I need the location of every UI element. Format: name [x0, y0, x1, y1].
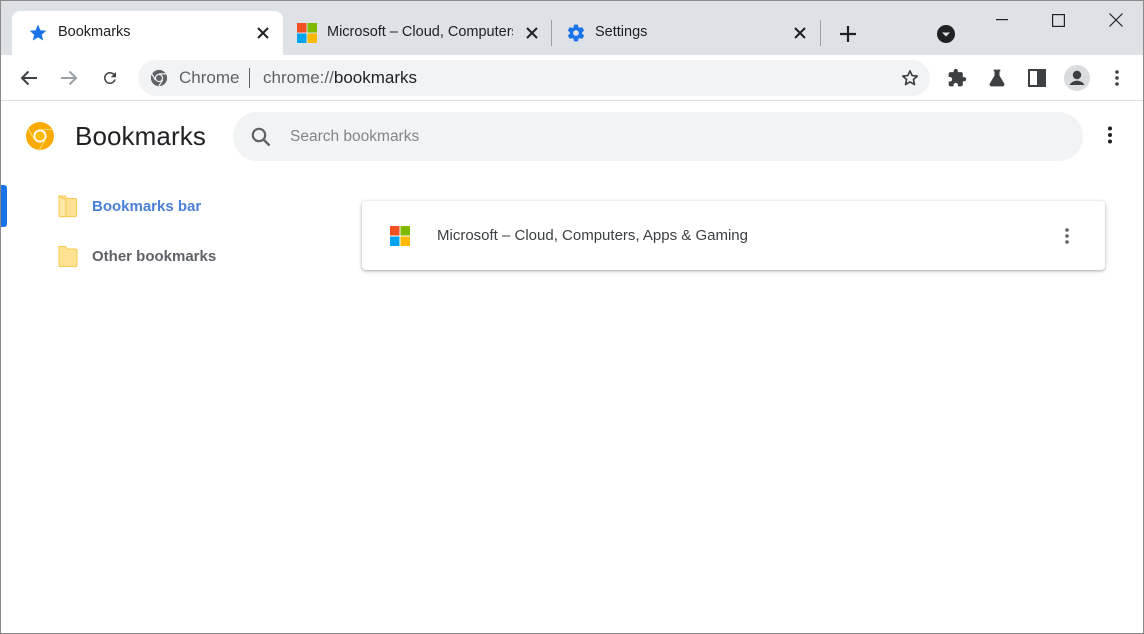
close-icon [1109, 13, 1123, 27]
back-button[interactable] [13, 62, 45, 94]
settings-gear-icon [567, 24, 585, 42]
bookmarks-header: Bookmarks [1, 102, 1143, 170]
maximize-icon [1051, 13, 1065, 27]
tab-close-icon[interactable] [790, 23, 810, 43]
url-scheme: chrome:// [263, 68, 334, 87]
address-bar[interactable]: Chrome chrome://bookmarks [138, 60, 930, 96]
reload-button[interactable] [94, 62, 126, 94]
browser-window: Bookmarks Microsoft – Cloud, Computers, … [0, 0, 1144, 634]
minimize-button[interactable] [979, 1, 1025, 39]
kebab-menu-icon [1108, 126, 1112, 144]
sidebar-item-bookmarks-bar[interactable]: Bookmarks bar [57, 192, 201, 220]
bookmark-star-icon [29, 24, 47, 41]
kebab-menu-icon [1115, 70, 1119, 86]
reload-icon [103, 71, 116, 84]
chrome-menu-button[interactable] [1101, 62, 1133, 94]
search-bar[interactable] [233, 112, 1083, 161]
bookmark-star-button[interactable] [898, 66, 922, 90]
sidebar-item-label: Other bookmarks [92, 247, 217, 265]
toolbar: Chrome chrome://bookmarks [1, 55, 1143, 101]
microsoft-logo-icon [297, 23, 317, 43]
sidebar-item-other-bookmarks[interactable]: Other bookmarks [57, 242, 216, 270]
avatar-icon [1064, 65, 1090, 91]
arrow-right-icon [61, 70, 78, 86]
arrow-left-icon [20, 70, 37, 86]
microsoft-logo-icon [390, 226, 410, 246]
page-title: Bookmarks [75, 121, 206, 151]
sidebar-item-label: Bookmarks bar [92, 197, 202, 215]
plus-icon [840, 26, 856, 42]
star-outline-icon [901, 70, 919, 86]
site-chip-label: Chrome [179, 68, 240, 87]
maximize-button[interactable] [1035, 1, 1081, 39]
new-tab-button[interactable] [832, 18, 864, 50]
folder-icon [58, 246, 78, 267]
profile-button[interactable] [1061, 62, 1093, 94]
forward-button[interactable] [53, 62, 85, 94]
tab-title: Microsoft – Cloud, Computers, Apps & Gam… [327, 24, 513, 40]
minimize-icon [996, 19, 1008, 21]
tab-search-chevron-icon [937, 25, 955, 43]
bookmark-more-actions-button[interactable] [1055, 224, 1079, 248]
chrome-canary-logo-icon [26, 122, 54, 151]
side-panel-icon [1028, 69, 1046, 87]
search-input[interactable] [290, 112, 1050, 161]
tab-close-icon[interactable] [522, 23, 542, 43]
tab-close-icon[interactable] [253, 23, 273, 43]
tab-settings[interactable]: Settings [552, 11, 819, 55]
close-window-button[interactable] [1093, 1, 1139, 39]
extensions-button[interactable] [941, 62, 973, 94]
tab-strip: Bookmarks Microsoft – Cloud, Computers, … [1, 1, 1143, 55]
chrome-logo-icon [150, 69, 168, 87]
tab-title: Bookmarks [58, 24, 131, 40]
tab-search-button[interactable] [930, 18, 962, 50]
search-icon [251, 127, 271, 147]
folder-open-icon [58, 195, 78, 218]
labs-button[interactable] [981, 62, 1013, 94]
tab-microsoft[interactable]: Microsoft – Cloud, Computers, Apps & Gam… [283, 11, 549, 55]
url-text: chrome://bookmarks [263, 68, 417, 88]
omnibox-divider [249, 68, 250, 88]
tab-bookmarks[interactable]: Bookmarks [12, 11, 283, 55]
puzzle-piece-icon [948, 68, 967, 87]
organize-menu-button[interactable] [1098, 123, 1122, 147]
kebab-menu-icon [1065, 228, 1069, 244]
flask-icon [989, 69, 1005, 87]
bookmark-list-card: Microsoft – Cloud, Computers, Apps & Gam… [362, 201, 1105, 270]
side-panel-button[interactable] [1021, 62, 1053, 94]
tab-title: Settings [595, 24, 648, 40]
tab-separator [820, 20, 821, 46]
selected-folder-indicator [1, 185, 7, 227]
bookmark-title[interactable]: Microsoft – Cloud, Computers, Apps & Gam… [437, 227, 748, 244]
url-path: bookmarks [333, 68, 417, 87]
